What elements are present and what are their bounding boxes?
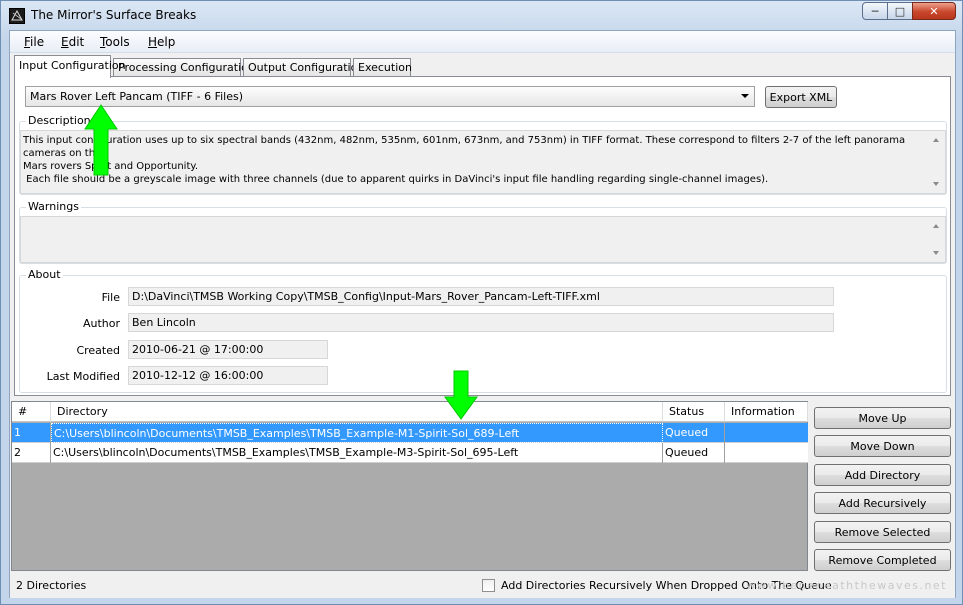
description-group: Description This input configuration use… xyxy=(19,114,947,195)
scroll-down-icon xyxy=(933,182,939,186)
grid-header: # Directory Status Information xyxy=(12,402,808,422)
file-label: File xyxy=(101,291,120,304)
created-label: Created xyxy=(76,344,120,357)
description-text[interactable]: This input configuration uses up to six … xyxy=(20,130,946,194)
minimize-icon: ─ xyxy=(871,4,879,18)
annotation-arrow-down-icon xyxy=(444,370,478,420)
tab-output-configuration[interactable]: Output Configuration xyxy=(243,58,364,77)
description-line-2: Mars rovers Spirit and Opportunity. xyxy=(23,161,199,172)
description-line-3: Each file should be a greyscale image wi… xyxy=(23,174,769,185)
row-information xyxy=(725,443,808,463)
created-field[interactable]: 2010-06-21 @ 17:00:00 xyxy=(128,340,328,359)
scroll-up-icon xyxy=(933,224,939,228)
maximize-button[interactable]: □ xyxy=(887,2,913,20)
title-bar[interactable]: The Mirror's Surface Breaks ─ □ ✕ xyxy=(1,1,962,30)
remove-completed-button[interactable]: Remove Completed xyxy=(814,549,951,571)
warnings-text[interactable] xyxy=(20,216,946,263)
tab-input-configuration[interactable]: Input Configuration xyxy=(14,55,126,78)
about-group: About File D:\DaVinci\TMSB Working Copy\… xyxy=(19,268,947,393)
maximize-icon: □ xyxy=(894,4,906,18)
input-configuration-value: Mars Rover Left Pancam (TIFF - 6 Files) xyxy=(30,90,243,103)
row-directory: C:\Users\blincoln\Documents\TMSB_Example… xyxy=(51,423,663,443)
scroll-down-icon xyxy=(933,251,939,255)
menu-tools[interactable]: Tools xyxy=(100,35,130,49)
last-modified-label: Last Modified xyxy=(46,370,120,383)
row-directory: C:\Users\blincoln\Documents\TMSB_Example… xyxy=(51,443,663,463)
chevron-down-icon xyxy=(741,94,749,98)
tab-execution[interactable]: Execution xyxy=(353,58,412,77)
row-status: Queued xyxy=(663,443,725,463)
menu-help[interactable]: Help xyxy=(148,35,175,49)
close-button[interactable]: ✕ xyxy=(912,2,956,20)
warnings-group: Warnings xyxy=(19,200,947,264)
window-title: The Mirror's Surface Breaks xyxy=(31,8,197,22)
column-header-directory[interactable]: Directory xyxy=(51,402,663,422)
scroll-up-icon xyxy=(933,138,939,142)
author-field[interactable]: Ben Lincoln xyxy=(128,313,834,332)
last-modified-field[interactable]: 2010-12-12 @ 16:00:00 xyxy=(128,366,328,385)
app-icon xyxy=(9,8,25,24)
menu-edit[interactable]: Edit xyxy=(61,35,84,49)
annotation-arrow-up-icon xyxy=(84,104,118,176)
menu-bar: File Edit Tools Help xyxy=(10,31,955,53)
row-information xyxy=(725,423,808,443)
remove-selected-button[interactable]: Remove Selected xyxy=(814,521,951,543)
warnings-label: Warnings xyxy=(26,200,81,213)
recursive-drop-checkbox[interactable] xyxy=(482,579,495,592)
caption-buttons: ─ □ ✕ xyxy=(862,2,956,20)
column-header-information[interactable]: Information xyxy=(725,402,808,422)
warnings-scrollbar[interactable] xyxy=(929,218,944,261)
client-area: File Edit Tools Help Input Configuration… xyxy=(9,30,956,598)
table-row[interactable]: 1 C:\Users\blincoln\Documents\TMSB_Examp… xyxy=(12,423,808,443)
column-header-number[interactable]: # xyxy=(12,402,51,422)
add-directory-button[interactable]: Add Directory xyxy=(814,464,951,486)
directory-count: 2 Directories xyxy=(16,579,87,592)
tab-processing-configuration[interactable]: Processing Configuration xyxy=(113,58,255,77)
move-up-button[interactable]: Move Up xyxy=(814,407,951,429)
menu-file[interactable]: File xyxy=(24,35,44,49)
input-configuration-panel: Mars Rover Left Pancam (TIFF - 6 Files) … xyxy=(14,76,951,396)
watermark: www.beneneaththewaves.net xyxy=(746,579,947,592)
input-configuration-select[interactable]: Mars Rover Left Pancam (TIFF - 6 Files) xyxy=(25,86,755,107)
close-icon: ✕ xyxy=(929,4,939,18)
author-label: Author xyxy=(82,317,120,330)
minimize-button[interactable]: ─ xyxy=(862,2,888,20)
description-scrollbar[interactable] xyxy=(929,132,944,192)
description-line-1: This input configuration uses up to six … xyxy=(23,135,906,159)
export-xml-button[interactable]: Export XML xyxy=(765,86,837,108)
directory-queue-grid[interactable]: # Directory Status Information 1 C:\User… xyxy=(11,401,808,571)
table-row[interactable]: 2 C:\Users\blincoln\Documents\TMSB_Examp… xyxy=(12,443,808,463)
row-number: 2 xyxy=(12,443,51,463)
app-window: The Mirror's Surface Breaks ─ □ ✕ File E… xyxy=(0,0,963,605)
file-field[interactable]: D:\DaVinci\TMSB Working Copy\TMSB_Config… xyxy=(128,287,834,306)
column-header-status[interactable]: Status xyxy=(663,402,725,422)
status-bar: 2 Directories Add Directories Recursivel… xyxy=(10,573,955,598)
about-label: About xyxy=(26,268,63,281)
add-recursively-button[interactable]: Add Recursively xyxy=(814,492,951,514)
row-number: 1 xyxy=(12,423,51,443)
move-down-button[interactable]: Move Down xyxy=(814,435,951,457)
row-status: Queued xyxy=(663,423,725,443)
